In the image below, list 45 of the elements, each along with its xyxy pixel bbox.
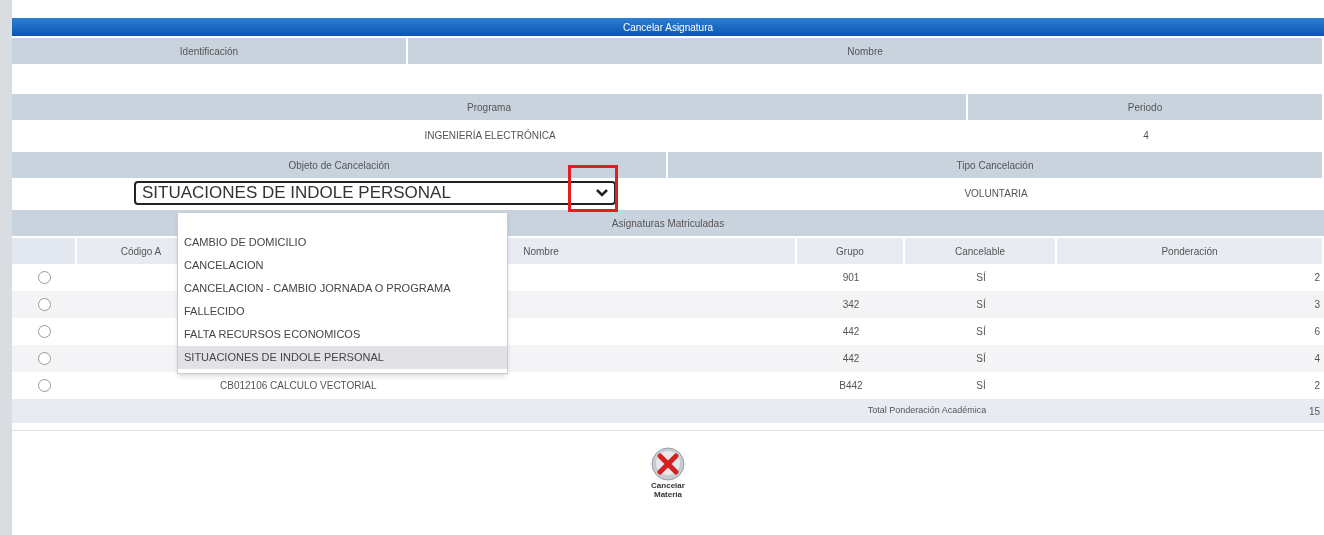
table-cell-text: 3: [1314, 298, 1320, 312]
table-cell-text: CB012106 CALCULO VECTORIAL: [220, 379, 377, 393]
table-cell: SÍ: [976, 270, 986, 285]
dropdown-option[interactable]: CANCELACION - CAMBIO JORNADA O PROGRAMA: [178, 277, 507, 300]
table-cell-text: 442: [842, 352, 860, 366]
field-value: 4: [1143, 128, 1149, 143]
column-header: Objeto de Cancelación: [12, 152, 668, 178]
dropdown-option[interactable]: SITUACIONES DE INDOLE PERSONAL: [178, 346, 507, 369]
radio-button[interactable]: [38, 271, 51, 284]
radio-button[interactable]: [38, 298, 51, 311]
table-cell-text: 2: [1314, 271, 1320, 285]
table-cell: SÍ: [976, 351, 986, 366]
column-header: Periodo: [968, 94, 1324, 120]
cancel-icon: [651, 447, 685, 481]
table-cell-text: 4: [1314, 352, 1320, 366]
column-header: Grupo: [797, 238, 905, 264]
column-header: Ponderación: [1057, 238, 1324, 264]
radio-button[interactable]: [38, 352, 51, 365]
field-value: INGENIERÍA ELECTRÓNICA: [424, 128, 556, 143]
radio-button[interactable]: [38, 379, 51, 392]
table-cell-text: B442: [839, 379, 863, 393]
highlight-frame: [568, 165, 618, 212]
table-cell: SÍ: [976, 378, 986, 393]
column-header: Identificación: [12, 38, 408, 64]
radio-button[interactable]: [38, 325, 51, 338]
select-field[interactable]: SITUACIONES DE INDOLE PERSONAL: [134, 181, 616, 205]
table-cell-text: 6: [1314, 325, 1320, 339]
table-cell-text: 2: [1314, 379, 1320, 393]
total-label: Total Ponderación Académica: [867, 404, 987, 418]
chevron-down-icon: [596, 189, 608, 197]
table-cell: SÍ: [976, 297, 986, 312]
dropdown-option[interactable]: FALTA RECURSOS ECONOMICOS: [178, 323, 507, 346]
column-header: Programa: [12, 94, 968, 120]
total-value: 15: [1308, 404, 1320, 419]
column-header: Tipo Cancelación: [668, 152, 1324, 178]
window-title: Cancelar Asignatura: [12, 18, 1324, 36]
table-cell-text: 901: [842, 271, 860, 285]
column-header: Cancelable: [905, 238, 1057, 264]
table-cell-text: 342: [842, 298, 860, 312]
table-cell: SÍ: [976, 324, 986, 339]
column-header: Nombre: [408, 38, 1324, 64]
cancel-subject-button[interactable]: Cancelar Materia: [646, 447, 690, 499]
field-value: VOLUNTARIA: [964, 186, 1028, 201]
dropdown-option[interactable]: FALLECIDO: [178, 300, 507, 323]
table-cell-text: 442: [842, 325, 860, 339]
